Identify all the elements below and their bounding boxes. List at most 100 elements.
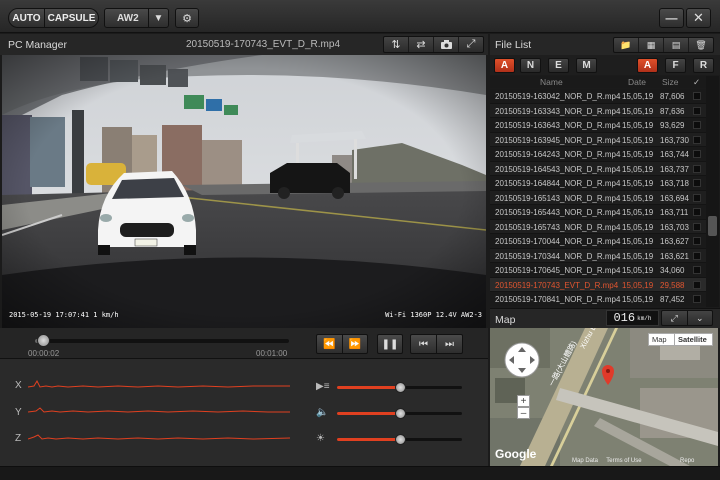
file-checkbox[interactable] (693, 150, 701, 158)
column-date[interactable]: Date (628, 77, 646, 87)
file-checkbox[interactable] (693, 222, 701, 231)
file-checkbox[interactable] (693, 106, 701, 115)
file-checkbox[interactable] (693, 193, 701, 202)
brightness-slider-handle[interactable] (394, 434, 406, 445)
map-pan-control[interactable] (504, 342, 540, 378)
file-row[interactable]: 20150519-163643_NOR_D_R.mp4 15,05,19 93,62… (490, 118, 706, 133)
file-row[interactable]: 20150519-163042_NOR_D_R.mp4 15,05,19 87,60… (490, 89, 706, 104)
file-row[interactable]: 20150519-164844_NOR_D_R.mp4 15,05,19 163,7… (490, 176, 706, 191)
file-checkbox[interactable] (693, 237, 701, 245)
camera-icon[interactable] (434, 37, 459, 52)
file-row[interactable]: 20150519-163343_NOR_D_R.mp4 15,05,19 87,63… (490, 103, 706, 118)
file-list-title: File List (495, 39, 532, 51)
map-attribution: Map Data Terms of Use (572, 458, 642, 464)
file-size: 163,621 (660, 251, 689, 261)
fast-forward-button[interactable]: ⏩ (341, 335, 368, 353)
file-name: 20150519-165143_NOR_D_R.mp4 (495, 193, 621, 203)
zoom-out-button[interactable]: – (517, 407, 530, 419)
file-row[interactable]: 20150519-170344_NOR_D_R.mp4 15,05,19 163,6… (490, 248, 706, 263)
file-size: 34,060 (660, 266, 685, 275)
file-checkbox[interactable] (693, 135, 701, 144)
terms-of-use-link[interactable]: Terms of Use (606, 458, 641, 464)
file-date: 15,05,19 (622, 251, 654, 261)
calendar-icon[interactable]: ▦ (639, 38, 664, 52)
filter-manual-button[interactable]: M (576, 58, 597, 73)
map-type-map-button[interactable]: Map (648, 333, 675, 346)
minimize-icon: — (665, 11, 678, 25)
trash-icon[interactable]: 🗑 (689, 38, 713, 52)
file-checkbox[interactable] (693, 295, 701, 303)
status-bar (0, 466, 720, 480)
file-date: 15,05,19 (622, 92, 654, 101)
file-row[interactable]: 20150519-170645_NOR_D_R.mp4 15,05,19 34,06… (490, 263, 706, 278)
file-date: 15,05,19 (622, 295, 654, 304)
map-expand-icon[interactable]: ⤢ (662, 311, 687, 325)
file-row[interactable]: 20150519-165143_NOR_D_R.mp4 15,05,19 163,6… (490, 190, 706, 205)
file-checkbox[interactable] (693, 280, 701, 289)
filter-normal-button[interactable]: N (520, 58, 541, 73)
save-icon[interactable]: ▤ (664, 38, 689, 52)
column-size[interactable]: Size (662, 77, 679, 87)
device-select[interactable]: AW2 ▼ (104, 8, 169, 28)
file-row[interactable]: 20150519-170743_EVT_D_R.mp4 15,05,19 29,58… (490, 277, 706, 292)
scrollbar-thumb[interactable] (708, 216, 717, 236)
folder-icon[interactable]: 📁 (614, 38, 639, 52)
previous-file-button[interactable]: ⏮ (411, 335, 436, 353)
volume-slider-handle[interactable] (394, 382, 406, 393)
file-row[interactable]: 20150519-163945_NOR_D_R.mp4 15,05,19 163,7… (490, 132, 706, 147)
pause-button[interactable]: ❚❚ (377, 334, 403, 354)
file-date: 15,05,19 (622, 208, 654, 217)
file-checkbox[interactable] (693, 251, 701, 260)
flip-horizontal-icon[interactable]: ⇄ (409, 37, 434, 52)
seek-handle[interactable] (36, 334, 50, 347)
file-checkbox[interactable] (693, 179, 701, 187)
mode-toggle[interactable]: AUTO CAPSULE (8, 8, 99, 28)
rewind-button[interactable]: ⏪ (317, 335, 342, 353)
video-osd-left: 2015-05-19 17:07:41 1 km/h (9, 311, 119, 319)
speed-value: 016 (613, 311, 636, 325)
map-data-link[interactable]: Map Data (572, 458, 598, 464)
g-sensor-graph-z (28, 434, 290, 440)
camera-rear-button[interactable]: R (693, 58, 714, 73)
mode-auto-button[interactable]: AUTO (9, 9, 45, 27)
file-row[interactable]: 20150519-170841_NOR_D_R.mp4 15,05,19 87,45… (490, 292, 706, 306)
close-button[interactable]: ✕ (686, 8, 711, 28)
camera-all-button[interactable]: A (637, 58, 658, 73)
video-player[interactable]: 2015-05-19 17:07:41 1 km/h Wi-Fi 1360P 1… (2, 55, 486, 328)
filter-all-button[interactable]: A (494, 58, 515, 73)
mode-capsule-button[interactable]: CAPSULE (45, 9, 98, 27)
file-list-scrollbar[interactable] (706, 76, 719, 307)
filter-event-button[interactable]: E (548, 58, 569, 73)
file-list-tools: 📁 ▦ ▤ 🗑 (613, 37, 714, 53)
next-file-button[interactable]: ⏭ (436, 335, 462, 353)
camera-front-button[interactable]: F (665, 58, 686, 73)
report-link[interactable]: Repo (680, 458, 694, 464)
seek-track[interactable] (35, 339, 289, 343)
file-date: 15,05,19 (622, 106, 654, 116)
file-row[interactable]: 20150519-170044_NOR_D_R.mp4 15,05,19 163,6… (490, 234, 706, 249)
check-all-icon[interactable]: ✓ (693, 77, 700, 88)
file-checkbox[interactable] (693, 92, 701, 100)
map-type-satellite-button[interactable]: Satellite (674, 333, 713, 346)
file-date: 15,05,19 (622, 164, 654, 174)
map-view[interactable]: 一路(大山體路) Xizhu B Map Satellite + – Googl… (490, 328, 718, 466)
file-row[interactable]: 20150519-164543_NOR_D_R.mp4 15,05,19 163,7… (490, 161, 706, 176)
file-checkbox[interactable] (693, 121, 701, 129)
file-row[interactable]: 20150519-164243_NOR_D_R.mp4 15,05,19 163,7… (490, 147, 706, 162)
minimize-button[interactable]: — (659, 8, 684, 28)
fullscreen-icon[interactable]: ⤢ (459, 37, 483, 52)
chevron-down-icon[interactable]: ⌄ (686, 311, 713, 325)
file-checkbox[interactable] (693, 266, 701, 274)
file-size: 163,627 (660, 237, 689, 246)
file-checkbox[interactable] (693, 164, 701, 173)
file-row[interactable]: 20150519-165443_NOR_D_R.mp4 15,05,19 163,7… (490, 205, 706, 220)
file-row[interactable]: 20150519-165743_NOR_D_R.mp4 15,05,19 163,7… (490, 219, 706, 234)
g-sensor-graph-y (28, 407, 290, 413)
file-checkbox[interactable] (693, 208, 701, 216)
settings-button[interactable]: ⚙ (175, 8, 199, 28)
column-name[interactable]: Name (540, 77, 563, 87)
zoom-in-button[interactable]: + (517, 395, 530, 407)
speaker-slider-handle[interactable] (394, 408, 406, 419)
file-size: 29,588 (660, 280, 685, 290)
flip-vertical-icon[interactable]: ⇅ (384, 37, 409, 52)
